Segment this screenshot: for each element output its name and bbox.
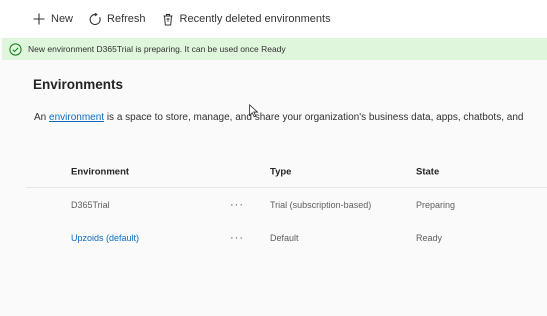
type-cell: Trial (subscription-based) (270, 199, 372, 210)
environment-help-link[interactable]: environment (49, 112, 104, 123)
refresh-button-label: Refresh (107, 13, 146, 25)
page-title: Environments (33, 77, 124, 92)
more-actions-button[interactable]: ··· (230, 199, 244, 211)
refresh-button[interactable]: Refresh (88, 12, 146, 26)
plus-icon (32, 12, 46, 26)
table-header-row: Environment Type State (26, 156, 547, 188)
command-bar: New Refresh Recently deleted environment… (0, 0, 547, 38)
status-message-text: New environment D365Trial is preparing. … (28, 44, 286, 54)
more-actions-button[interactable]: ··· (230, 232, 244, 244)
recently-deleted-label: Recently deleted environments (179, 13, 331, 25)
success-circle-icon (9, 42, 22, 56)
environments-table: Environment Type State D365Trial ··· Tri… (26, 156, 547, 254)
main-content: Environments An environment is a space t… (0, 60, 547, 316)
state-cell: Preparing (416, 199, 456, 210)
mouse-pointer-icon (249, 104, 259, 118)
refresh-icon (88, 12, 102, 26)
recently-deleted-environments-button[interactable]: Recently deleted environments (161, 12, 331, 26)
description-prefix: An (34, 112, 50, 123)
new-button[interactable]: New (32, 12, 73, 26)
new-button-label: New (51, 13, 74, 25)
column-header-type[interactable]: Type (270, 166, 291, 177)
recycle-bin-icon (161, 12, 175, 26)
page-description: An environment is a space to store, mana… (34, 112, 523, 123)
column-header-state[interactable]: State (416, 166, 439, 177)
description-suffix: is a space to store, manage, and share y… (104, 112, 524, 123)
type-cell: Default (270, 232, 299, 243)
table-row[interactable]: D365Trial ··· Trial (subscription-based)… (26, 188, 547, 221)
environment-name-link[interactable]: Upzoids (default) (71, 233, 139, 243)
table-row[interactable]: Upzoids (default) ··· Default Ready (26, 221, 547, 254)
environment-name-cell: D365Trial (71, 199, 110, 210)
column-header-environment[interactable]: Environment (71, 166, 129, 177)
state-cell: Ready (416, 232, 443, 243)
status-message-bar: New environment D365Trial is preparing. … (2, 38, 547, 60)
